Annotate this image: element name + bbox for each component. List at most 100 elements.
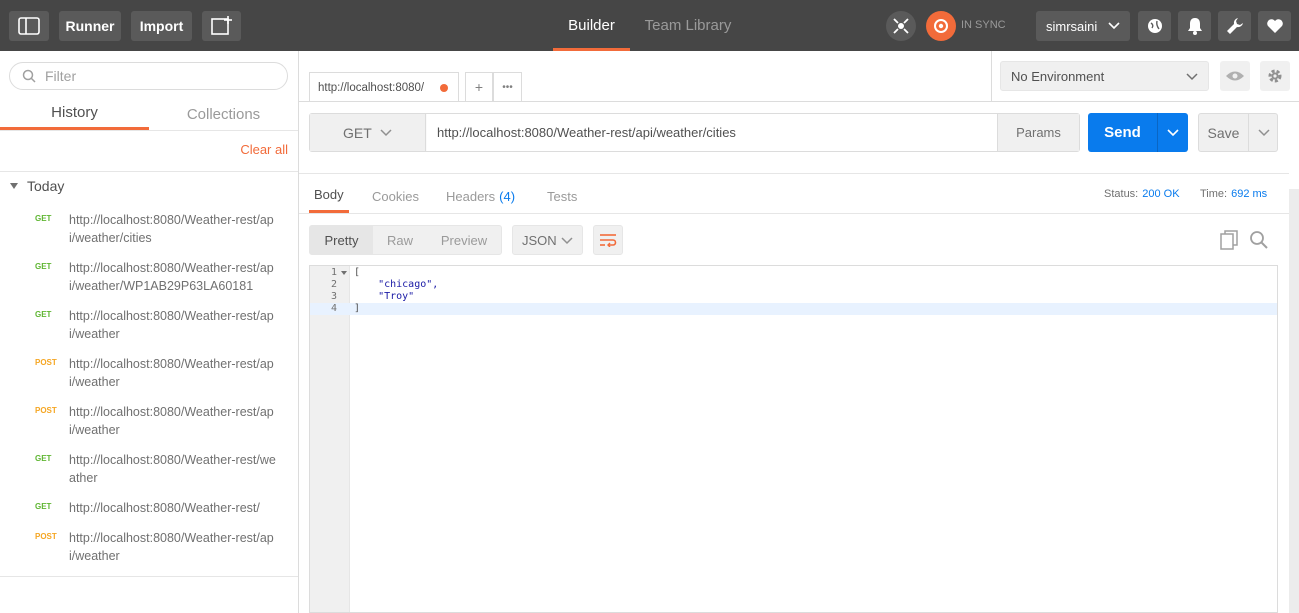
divider bbox=[0, 576, 298, 577]
globe-icon bbox=[1147, 19, 1162, 33]
send-button[interactable]: Send bbox=[1088, 113, 1188, 152]
method-badge: POST bbox=[35, 358, 57, 367]
format-preview[interactable]: Preview bbox=[427, 226, 501, 254]
scrollbar[interactable] bbox=[1289, 189, 1299, 613]
code-text: [ bbox=[354, 267, 361, 278]
save-label: Save bbox=[1207, 124, 1240, 141]
format-pretty[interactable]: Pretty bbox=[310, 226, 373, 254]
tab-cookies[interactable]: Cookies bbox=[372, 179, 419, 213]
search-response-button[interactable] bbox=[1248, 229, 1270, 251]
headers-label: Headers bbox=[446, 188, 496, 204]
request-tab-label: http://localhost:8080/ bbox=[318, 81, 425, 94]
environment-quick-look-button[interactable] bbox=[1220, 61, 1250, 91]
history-group-today[interactable]: Today bbox=[10, 178, 64, 194]
tab-history[interactable]: History bbox=[0, 98, 149, 130]
method-badge: GET bbox=[35, 502, 52, 511]
headers-count: (4) bbox=[499, 188, 516, 204]
history-url: http://localhost:8080/Weather-rest/api/w… bbox=[69, 213, 274, 245]
heart-button[interactable] bbox=[1258, 11, 1291, 41]
chevron-down-icon bbox=[380, 129, 392, 137]
tab-tests[interactable]: Tests bbox=[547, 179, 577, 213]
history-url: http://localhost:8080/Weather-rest/weath… bbox=[69, 453, 276, 485]
history-item[interactable]: GET http://localhost:8080/Weather-rest/w… bbox=[0, 445, 298, 493]
save-dropdown-button[interactable] bbox=[1249, 114, 1278, 151]
history-item[interactable]: GET http://localhost:8080/Weather-rest/a… bbox=[0, 205, 298, 253]
method-label: GET bbox=[343, 124, 372, 141]
tab-team-library[interactable]: Team Library bbox=[640, 0, 736, 51]
save-button[interactable]: Save bbox=[1198, 113, 1278, 152]
code-text: "chicago", bbox=[354, 279, 439, 290]
code-line: 4 ] bbox=[310, 303, 1277, 315]
divider bbox=[299, 213, 1289, 214]
method-badge: POST bbox=[35, 532, 57, 541]
language-select[interactable]: JSON bbox=[512, 225, 583, 255]
tab-headers[interactable]: Headers (4) bbox=[446, 179, 515, 213]
filter-box[interactable] bbox=[9, 62, 288, 90]
interceptor-button[interactable] bbox=[886, 11, 916, 41]
bell-icon bbox=[1187, 18, 1202, 35]
new-button[interactable] bbox=[202, 11, 241, 41]
history-item[interactable]: POST http://localhost:8080/Weather-rest/… bbox=[0, 523, 298, 571]
language-label: JSON bbox=[522, 232, 557, 248]
time-label: Time: bbox=[1200, 188, 1228, 200]
manage-environments-button[interactable] bbox=[1260, 61, 1290, 91]
more-tabs-button[interactable]: ••• bbox=[493, 72, 522, 102]
divider bbox=[299, 173, 1289, 174]
method-badge: GET bbox=[35, 454, 52, 463]
response-body-editor[interactable]: 1 [ 2 "chicago", 3 "Troy" 4 ] bbox=[309, 265, 1278, 613]
sync-status: IN SYNC bbox=[961, 19, 1006, 31]
history-url: http://localhost:8080/Weather-rest/api/w… bbox=[69, 357, 274, 389]
method-badge: POST bbox=[35, 406, 57, 415]
line-number: 1 bbox=[330, 267, 337, 278]
add-tab-button[interactable]: + bbox=[465, 72, 493, 102]
wrap-lines-button[interactable] bbox=[593, 225, 623, 255]
collapse-triangle-icon bbox=[10, 183, 18, 189]
code-line: 2 "chicago", bbox=[310, 279, 1277, 291]
line-gutter bbox=[310, 266, 350, 612]
line-number: 2 bbox=[330, 279, 337, 290]
sync-button[interactable] bbox=[926, 11, 956, 41]
history-item[interactable]: GET http://localhost:8080/Weather-rest/ bbox=[0, 493, 298, 523]
sidebar-toggle-button[interactable] bbox=[9, 11, 49, 41]
url-input[interactable] bbox=[427, 114, 997, 151]
tab-collections[interactable]: Collections bbox=[149, 98, 298, 130]
code-line: 3 "Troy" bbox=[310, 291, 1277, 303]
method-select[interactable]: GET bbox=[310, 114, 426, 151]
send-dropdown-button[interactable] bbox=[1158, 113, 1188, 152]
runner-button[interactable]: Runner bbox=[59, 11, 121, 41]
import-button[interactable]: Import bbox=[131, 11, 192, 41]
unsaved-dot bbox=[440, 84, 448, 92]
notifications-button[interactable] bbox=[1178, 11, 1211, 41]
divider bbox=[0, 130, 298, 131]
settings-button[interactable] bbox=[1218, 11, 1251, 41]
group-label: Today bbox=[27, 178, 65, 194]
format-raw[interactable]: Raw bbox=[373, 226, 427, 254]
fold-icon[interactable] bbox=[341, 271, 347, 275]
tab-body[interactable]: Body bbox=[309, 179, 349, 213]
copy-button[interactable] bbox=[1218, 229, 1240, 251]
heart-icon bbox=[1266, 19, 1283, 33]
params-button[interactable]: Params bbox=[997, 114, 1079, 151]
top-bar: Runner Import Builder Team Library IN SY… bbox=[0, 0, 1299, 51]
chevron-down-icon bbox=[1257, 128, 1270, 136]
history-item[interactable]: GET http://localhost:8080/Weather-rest/a… bbox=[0, 253, 298, 301]
new-tab-icon bbox=[210, 16, 232, 35]
history-item[interactable]: POST http://localhost:8080/Weather-rest/… bbox=[0, 349, 298, 397]
history-item[interactable]: POST http://localhost:8080/Weather-rest/… bbox=[0, 397, 298, 445]
wrap-icon bbox=[600, 234, 617, 247]
chevron-down-icon bbox=[1167, 128, 1179, 136]
clear-all-link[interactable]: Clear all bbox=[240, 142, 288, 157]
filter-input[interactable] bbox=[45, 68, 265, 84]
sidebar-toggle-icon bbox=[18, 17, 40, 35]
request-tab[interactable]: http://localhost:8080/ bbox=[309, 72, 459, 102]
user-menu[interactable]: simrsaini bbox=[1036, 11, 1130, 41]
gear-icon bbox=[1268, 69, 1282, 83]
history-item[interactable]: GET http://localhost:8080/Weather-rest/a… bbox=[0, 301, 298, 349]
environment-select[interactable]: No Environment bbox=[1000, 61, 1209, 91]
username: simrsaini bbox=[1046, 18, 1098, 34]
tab-builder[interactable]: Builder bbox=[553, 0, 630, 51]
status-value: 200 OK bbox=[1142, 188, 1180, 200]
globe-button[interactable] bbox=[1138, 11, 1171, 41]
time-readout: Time: 692 ms bbox=[1200, 188, 1267, 200]
environment-label: No Environment bbox=[1011, 68, 1105, 84]
